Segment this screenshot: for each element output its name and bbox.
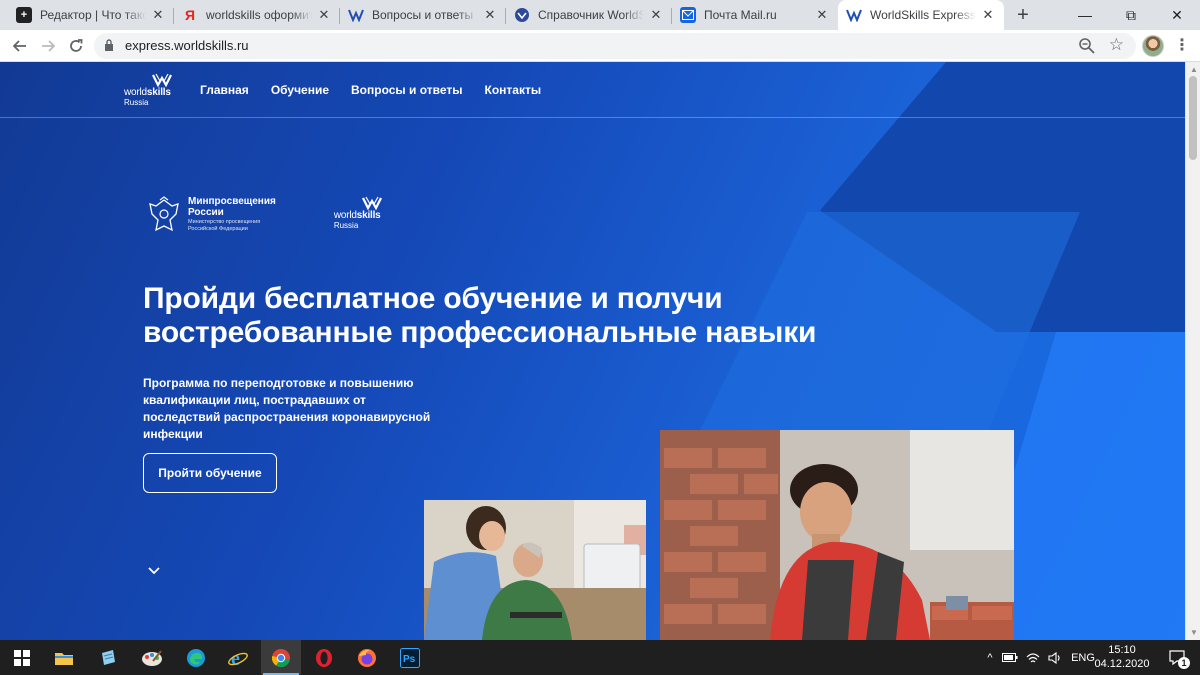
logo-region: Russia — [333, 221, 359, 230]
back-button[interactable] — [8, 34, 32, 58]
yandex-icon: Я — [184, 7, 196, 23]
zoom-icon[interactable] — [1078, 37, 1096, 55]
system-tray: ^ ENG — [982, 640, 1100, 675]
worldskills-icon — [348, 7, 364, 23]
nav-link-contacts[interactable]: Контакты — [485, 83, 542, 97]
file-explorer-icon[interactable] — [44, 640, 84, 675]
notification-count-badge: 1 — [1178, 657, 1190, 669]
windows-start-icon[interactable] — [2, 640, 42, 675]
nav-link-home[interactable]: Главная — [200, 83, 249, 97]
logo-wordmark: worldskills — [124, 87, 171, 98]
emblem-icon — [514, 7, 530, 23]
chevron-up-icon[interactable]: ^ — [982, 652, 998, 664]
browser-tab[interactable]: + Редактор | Что такое W ✕ — [8, 0, 174, 30]
browser-toolbar: express.worldskills.ru ☆ ⋮ — [0, 30, 1200, 62]
chevron-down-icon[interactable] — [147, 565, 161, 577]
worldskills-logo[interactable]: worldskills Russia — [124, 73, 172, 107]
minimize-button[interactable]: — — [1062, 0, 1108, 30]
close-icon[interactable]: ✕ — [648, 7, 664, 23]
arrow-right-icon — [42, 40, 55, 52]
start-training-button[interactable]: Пройти обучение — [143, 453, 277, 493]
tab-title: worldskills оформить за — [206, 8, 312, 22]
tab-title: Редактор | Что такое W — [40, 8, 146, 22]
worldskills-mark-icon — [152, 73, 172, 87]
reload-button[interactable] — [64, 34, 88, 58]
logo-wordmark: worldskills — [333, 210, 381, 221]
photo-teacher-and-student — [424, 500, 646, 640]
volume-icon[interactable] — [1044, 651, 1066, 664]
ministry-name: Минпросвещения — [188, 196, 276, 207]
clock-date: 04.12.2020 — [1094, 658, 1150, 670]
address-bar[interactable]: express.worldskills.ru ☆ — [94, 33, 1136, 59]
new-tab-button[interactable]: + — [1012, 4, 1034, 26]
page-scrollbar[interactable]: ▲ ▼ — [1185, 62, 1200, 640]
nav-link-faq[interactable]: Вопросы и ответы — [351, 83, 462, 97]
bookmark-star-icon[interactable]: ☆ — [1109, 35, 1124, 55]
lock-icon — [105, 39, 113, 51]
tab-title: Почта Mail.ru — [704, 8, 777, 22]
mail-icon — [680, 7, 696, 23]
close-icon[interactable]: ✕ — [316, 7, 332, 23]
tab-title: Вопросы и ответы | Wo — [372, 8, 478, 22]
worldskills-partner-logo: worldskills Russia — [334, 196, 382, 230]
tab-title: WorldSkills Express: Гла — [870, 8, 976, 22]
main-nav: Главная Обучение Вопросы и ответы Контак… — [200, 83, 541, 97]
browser-tab-strip: + Редактор | Что такое W ✕ Я worldskills… — [0, 0, 1200, 30]
edge-icon[interactable] — [176, 640, 216, 675]
plus-square-icon: + — [16, 7, 32, 23]
arrow-left-icon — [13, 40, 26, 52]
worldskills-icon — [846, 7, 862, 23]
wifi-icon[interactable] — [1022, 652, 1044, 664]
reload-icon — [70, 39, 83, 52]
scroll-down-icon[interactable]: ▼ — [1190, 628, 1198, 637]
photoshop-icon[interactable]: Ps — [390, 640, 430, 675]
close-icon[interactable]: ✕ — [980, 7, 996, 23]
tab-title: Справочник WorldSkills — [538, 8, 644, 22]
browser-tab[interactable]: Почта Mail.ru ✕ — [672, 0, 838, 30]
page-viewport: worldskills Russia Главная Обучение Вопр… — [0, 62, 1185, 640]
taskbar-clock[interactable]: 15:10 04.12.2020 — [1092, 643, 1152, 671]
paint-icon[interactable] — [132, 640, 172, 675]
partner-logos: Минпросвещения России Министерство просв… — [146, 196, 382, 236]
photo-student-bricklaying — [660, 430, 1014, 640]
logo-region: Russia — [124, 98, 149, 107]
svg-text:Ps: Ps — [403, 654, 416, 665]
profile-avatar[interactable] — [1142, 35, 1164, 57]
close-icon[interactable]: ✕ — [150, 7, 166, 23]
scroll-up-icon[interactable]: ▲ — [1190, 65, 1198, 74]
browser-tab[interactable]: Вопросы и ответы | Wo ✕ — [340, 0, 506, 30]
ministry-name-line2: России — [188, 207, 224, 218]
internet-explorer-icon[interactable]: e — [218, 640, 258, 675]
close-icon[interactable]: ✕ — [814, 7, 830, 23]
notification-center-button[interactable]: 1 — [1158, 640, 1196, 675]
hero-title: Пройди бесплатное обучение и получи востр… — [143, 282, 817, 349]
nav-link-training[interactable]: Обучение — [271, 83, 329, 97]
ministry-logo: Минпросвещения России Министерство просв… — [146, 196, 276, 236]
browser-tab-active[interactable]: WorldSkills Express: Гла ✕ — [838, 0, 1004, 30]
scrollbar-thumb[interactable] — [1189, 76, 1197, 160]
windows-taskbar: e Ps ^ ENG 15:10 04.12.2020 1 — [0, 640, 1200, 675]
coat-of-arms-icon — [149, 196, 179, 232]
forward-button[interactable] — [36, 34, 60, 58]
hero-subtitle: Программа по переподготовке и повышению … — [143, 376, 431, 441]
ministry-subtitle: Министерство просвещения Российской Феде… — [188, 219, 261, 232]
close-icon[interactable]: ✕ — [482, 7, 498, 23]
site-header: worldskills Russia Главная Обучение Вопр… — [0, 62, 1185, 118]
browser-tab[interactable]: Я worldskills оформить за ✕ — [174, 0, 340, 30]
browser-tab[interactable]: Справочник WorldSkills ✕ — [506, 0, 672, 30]
address-text: express.worldskills.ru — [125, 38, 249, 53]
window-close-button[interactable]: ✕ — [1154, 0, 1200, 30]
browser-menu-icon[interactable]: ⋮ — [1174, 35, 1190, 57]
notepad-icon[interactable] — [88, 640, 128, 675]
worldskills-mark-icon — [361, 196, 382, 210]
chrome-icon[interactable] — [261, 640, 301, 675]
battery-icon[interactable] — [998, 653, 1022, 662]
opera-icon[interactable] — [304, 640, 344, 675]
clock-time: 15:10 — [1108, 644, 1136, 656]
restore-button[interactable]: ⧉ — [1108, 0, 1154, 30]
firefox-icon[interactable] — [347, 640, 387, 675]
